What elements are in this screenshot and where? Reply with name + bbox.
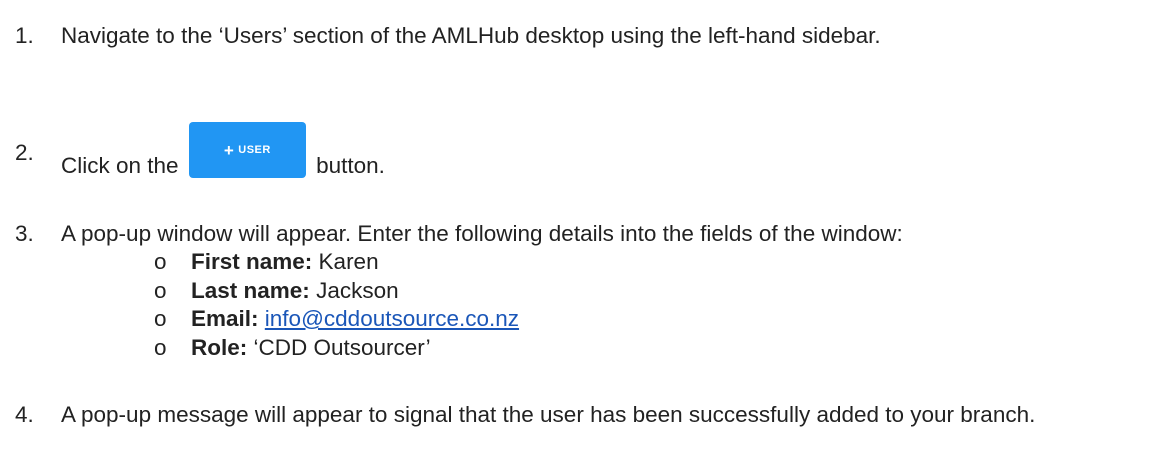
detail-label: Last name: [191, 277, 310, 303]
detail-label: Email: [191, 306, 259, 331]
detail-label: Role: [191, 334, 248, 360]
step-text-before: Click on the [61, 152, 179, 178]
detail-value: Jackson [316, 277, 399, 303]
step-number: 2. [15, 140, 34, 165]
detail-label: First name: [191, 249, 313, 274]
bullet-icon: o [154, 249, 167, 274]
step-text: A pop-up window will appear. Enter the f… [61, 221, 903, 246]
detail-first-name: o First name: Karen [154, 248, 519, 277]
step-text: A pop-up message will appear to signal t… [61, 402, 1036, 427]
details-list: o First name: Karen o Last name: Jackson… [154, 248, 519, 362]
instructions-document: 1. Navigate to the ‘Users’ section of th… [0, 0, 1163, 466]
detail-role: o Role: ‘CDD Outsourcer’ [154, 334, 519, 363]
step-text-after: button. [316, 152, 385, 178]
bullet-icon: o [154, 277, 167, 303]
detail-value: Karen [318, 249, 379, 274]
step-text: Click on the + USER button. [61, 122, 385, 195]
email-link[interactable]: info@cddoutsource.co.nz [265, 306, 519, 331]
step-number: 4. [15, 402, 34, 427]
step-number: 3. [15, 221, 34, 246]
bullet-icon: o [154, 334, 167, 360]
plus-icon: + [223, 140, 235, 160]
detail-last-name: o Last name: Jackson [154, 277, 519, 306]
detail-email: o Email: info@cddoutsource.co.nz [154, 305, 519, 334]
step-number: 1. [15, 23, 34, 48]
bullet-icon: o [154, 306, 167, 331]
detail-value: ‘CDD Outsourcer’ [253, 334, 431, 360]
add-user-button[interactable]: + USER [188, 122, 306, 178]
add-user-button-label: USER [238, 143, 271, 156]
step-text: Navigate to the ‘Users’ section of the A… [61, 23, 881, 48]
